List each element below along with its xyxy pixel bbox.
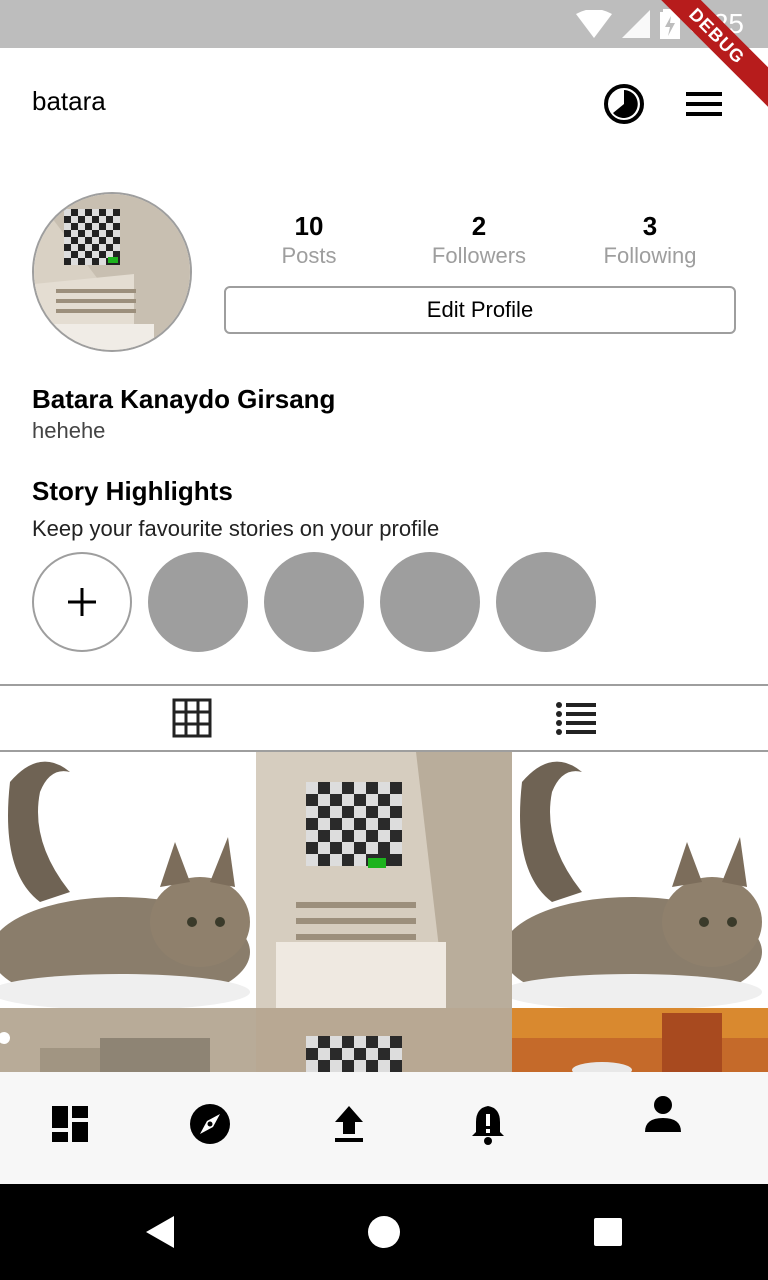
post-thumbnail[interactable] [512,752,768,1008]
wifi-icon [575,10,612,38]
post-thumbnail[interactable] [256,752,512,1008]
status-bar: 3:25 DEBUG [0,0,768,114]
highlight-placeholder[interactable] [264,552,364,652]
stat-posts[interactable]: 10 Posts [229,210,389,270]
cat-image [512,752,768,1008]
upload-icon[interactable] [327,1102,371,1146]
bottom-navigation [0,1072,768,1184]
edit-profile-button[interactable]: Edit Profile [224,286,736,334]
room-ceiling-image [256,752,512,1008]
highlight-placeholder[interactable] [496,552,596,652]
post-thumbnail[interactable] [512,1008,768,1072]
list-icon [556,702,596,735]
stat-following[interactable]: 3 Following [570,210,730,270]
stat-followers-label: Followers [431,243,527,268]
room-kitchen-image [0,1008,256,1072]
home-icon[interactable] [364,1212,404,1252]
city-fire-image [512,1008,768,1072]
highlight-placeholder[interactable] [148,552,248,652]
stat-followers[interactable]: 2 Followers [399,210,559,270]
full-name: Batara Kanaydo Girsang [32,384,336,414]
post-thumbnail[interactable] [0,752,256,1008]
tab-grid[interactable] [0,686,384,750]
back-icon[interactable] [140,1212,180,1252]
hamburger-menu-icon[interactable] [682,82,726,126]
posts-grid [0,752,768,1072]
profile-person-icon[interactable] [641,1092,685,1136]
signal-icon [621,10,650,38]
dashboard-icon[interactable] [48,1102,92,1146]
cat-image [0,752,256,1008]
highlights-subtitle: Keep your favourite stories on your prof… [32,516,440,541]
stat-posts-label: Posts [281,243,337,268]
stat-posts-count: 10 [294,211,324,241]
avatar-image [34,194,190,350]
stat-followers-count: 2 [471,211,487,241]
history-icon[interactable] [602,82,646,126]
profile-avatar[interactable] [32,192,192,352]
grid-icon [172,698,212,738]
plus-icon [68,588,96,616]
profile-tab-bar [0,684,768,752]
username-title: batara [32,86,106,116]
recents-icon[interactable] [588,1212,628,1252]
room-ceiling-image [256,1008,512,1072]
explore-compass-icon[interactable] [188,1102,232,1146]
add-highlight-button[interactable] [32,552,132,652]
highlight-placeholder[interactable] [380,552,480,652]
post-thumbnail[interactable] [0,1008,256,1072]
app-bar: batara [0,48,768,160]
bio: hehehe [32,418,106,443]
system-navigation-bar [0,1184,768,1280]
notifications-icon[interactable] [466,1102,510,1146]
stat-following-count: 3 [642,211,658,241]
highlights-title: Story Highlights [32,476,233,506]
stat-following-label: Following [603,243,697,268]
tab-list[interactable] [384,686,768,750]
post-thumbnail[interactable] [256,1008,512,1072]
